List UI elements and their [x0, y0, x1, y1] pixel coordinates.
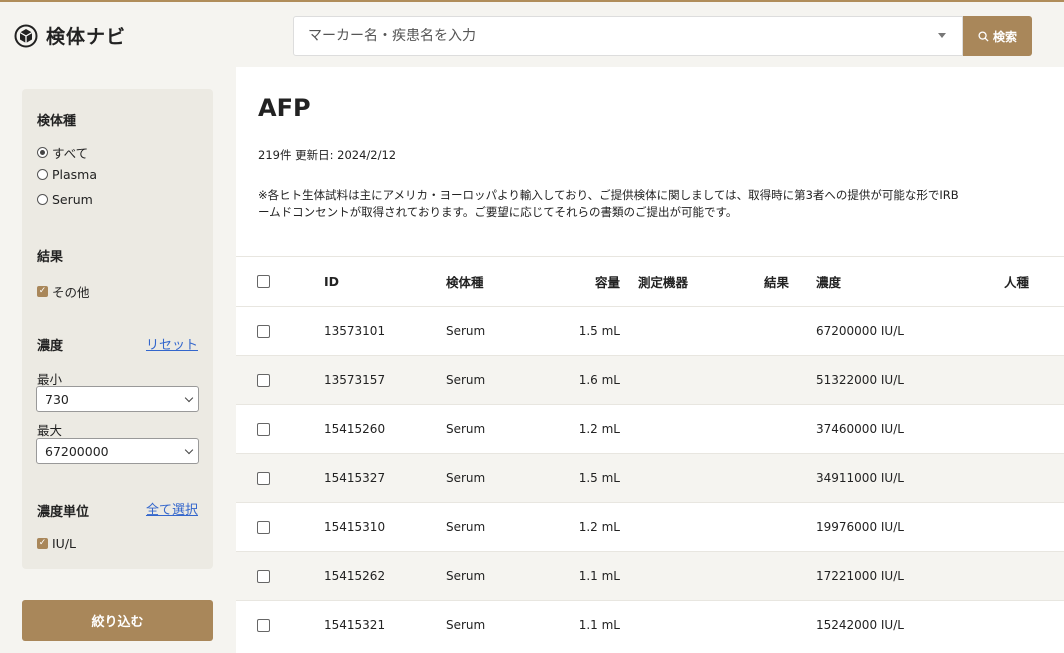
- filter-button[interactable]: 絞り込む: [22, 600, 213, 641]
- select-all-link[interactable]: 全て選択: [146, 499, 198, 518]
- main-content: AFP 219件 更新日: 2024/2/12 ※各ヒト生体試料は主にアメリカ・…: [236, 67, 1064, 653]
- search-button[interactable]: 検索: [963, 16, 1032, 56]
- cell-id: 13573101: [324, 324, 386, 338]
- col-header-id[interactable]: ID: [324, 257, 339, 306]
- row-checkbox[interactable]: [257, 307, 270, 355]
- cell-id: 13573157: [324, 373, 386, 387]
- checkbox-checked-icon[interactable]: ✓: [37, 538, 48, 549]
- cell-type: Serum: [446, 324, 486, 338]
- table-row[interactable]: 15415327 Serum 1.5 mL 34911000 IU/L: [236, 453, 1064, 502]
- row-checkbox[interactable]: [257, 503, 270, 551]
- col-header-type[interactable]: 検体種: [446, 257, 484, 306]
- notice-line-1: ※各ヒト生体試料は主にアメリカ・ヨーロッパより輸入しており、ご提供検体に関しまし…: [258, 188, 959, 202]
- cell-concentration: 34911000 IU/L: [816, 471, 904, 485]
- cell-volume: 1.6 mL: [578, 373, 620, 387]
- cell-volume: 1.5 mL: [578, 471, 620, 485]
- page-title: AFP: [258, 94, 311, 122]
- table-header-row: ID 検体種 容量 測定機器 結果 濃度 人種: [236, 256, 1064, 306]
- search-input[interactable]: [294, 28, 914, 44]
- cell-id: 15415262: [324, 569, 386, 583]
- cube-logo-icon: [14, 24, 38, 47]
- cell-concentration: 67200000 IU/L: [816, 324, 904, 338]
- dropdown-caret-icon[interactable]: [938, 33, 946, 38]
- radio-icon[interactable]: [37, 194, 48, 205]
- max-label: 最大: [37, 423, 63, 438]
- row-checkbox[interactable]: [257, 552, 270, 600]
- filter-sidebar: 検体種 すべて Plasma Serum 結果 ✓ その他 濃度 リセット 最小…: [22, 89, 213, 569]
- cell-volume: 1.1 mL: [578, 618, 620, 632]
- cell-type: Serum: [446, 618, 486, 632]
- cell-id: 15415327: [324, 471, 386, 485]
- radio-label: Plasma: [52, 167, 98, 182]
- row-checkbox[interactable]: [257, 405, 270, 453]
- checkbox-result-other[interactable]: ✓ その他: [37, 282, 90, 301]
- col-header-race[interactable]: 人種: [1004, 257, 1029, 306]
- col-header-volume[interactable]: 容量: [556, 257, 620, 306]
- table-row[interactable]: 15415262 Serum 1.1 mL 17221000 IU/L: [236, 551, 1064, 600]
- unit-title: 濃度単位: [37, 505, 90, 520]
- results-table: ID 検体種 容量 測定機器 結果 濃度 人種 13573101 Serum 1…: [236, 256, 1064, 649]
- cell-id: 15415310: [324, 520, 386, 534]
- cell-concentration: 15242000 IU/L: [816, 618, 904, 632]
- checkbox-label: IU/L: [52, 536, 77, 551]
- logo-text: 検体ナビ: [46, 26, 127, 48]
- table-row[interactable]: 15415260 Serum 1.2 mL 37460000 IU/L: [236, 404, 1064, 453]
- checkbox-unit-iul[interactable]: ✓ IU/L: [37, 536, 76, 551]
- reset-link[interactable]: リセット: [146, 334, 198, 353]
- radio-plasma[interactable]: Plasma: [37, 167, 97, 182]
- concentration-title: 濃度: [37, 339, 64, 354]
- radio-selected-icon[interactable]: [37, 147, 48, 158]
- cell-type: Serum: [446, 569, 486, 583]
- radio-label: Serum: [52, 192, 93, 207]
- specimen-type-title: 検体種: [37, 114, 77, 129]
- table-row[interactable]: 15415321 Serum 1.1 mL 15242000 IU/L: [236, 600, 1064, 649]
- cell-concentration: 51322000 IU/L: [816, 373, 904, 387]
- table-row[interactable]: 13573101 Serum 1.5 mL 67200000 IU/L: [236, 306, 1064, 355]
- cell-volume: 1.2 mL: [578, 520, 620, 534]
- row-checkbox[interactable]: [257, 454, 270, 502]
- notice-text: ※各ヒト生体試料は主にアメリカ・ヨーロッパより輸入しており、ご提供検体に関しまし…: [258, 187, 1064, 221]
- cell-concentration: 17221000 IU/L: [816, 569, 904, 583]
- cell-volume: 1.1 mL: [578, 569, 620, 583]
- search-button-label: 検索: [992, 29, 1017, 44]
- search-box[interactable]: [293, 16, 963, 56]
- chevron-down-icon: [184, 393, 194, 403]
- table-row[interactable]: 15415310 Serum 1.2 mL 19976000 IU/L: [236, 502, 1064, 551]
- col-header-result[interactable]: 結果: [764, 257, 789, 306]
- chevron-down-icon: [184, 445, 194, 455]
- cell-id: 15415260: [324, 422, 386, 436]
- col-header-instrument[interactable]: 測定機器: [638, 257, 688, 306]
- cell-concentration: 37460000 IU/L: [816, 422, 904, 436]
- result-meta: 219件 更新日: 2024/2/12: [258, 148, 397, 162]
- radio-all[interactable]: すべて: [37, 143, 88, 162]
- row-checkbox[interactable]: [257, 356, 270, 404]
- checkbox-checked-icon[interactable]: ✓: [37, 286, 48, 297]
- cell-volume: 1.2 mL: [578, 422, 620, 436]
- max-select-value: 67200000: [45, 443, 109, 459]
- min-select[interactable]: 730: [36, 386, 199, 412]
- checkbox-label: その他: [52, 285, 90, 300]
- select-all-checkbox[interactable]: [257, 257, 270, 306]
- cell-type: Serum: [446, 422, 486, 436]
- result-title: 結果: [37, 250, 64, 265]
- cell-concentration: 19976000 IU/L: [816, 520, 904, 534]
- cell-type: Serum: [446, 373, 486, 387]
- cell-id: 15415321: [324, 618, 386, 632]
- cell-type: Serum: [446, 471, 486, 485]
- notice-line-2: ームドコンセントが取得されております。ご要望に応じてそれらの書類のご提出が可能で…: [258, 205, 738, 219]
- col-header-concentration[interactable]: 濃度: [816, 257, 841, 306]
- top-header: 検体ナビ 検索: [0, 0, 1064, 67]
- cell-volume: 1.5 mL: [578, 324, 620, 338]
- radio-label: すべて: [52, 146, 89, 161]
- search-icon: [978, 30, 989, 42]
- min-select-value: 730: [45, 391, 69, 407]
- logo[interactable]: 検体ナビ: [14, 22, 126, 49]
- row-checkbox[interactable]: [257, 601, 270, 649]
- radio-icon[interactable]: [37, 169, 48, 180]
- table-row[interactable]: 13573157 Serum 1.6 mL 51322000 IU/L: [236, 355, 1064, 404]
- cell-type: Serum: [446, 520, 486, 534]
- max-select[interactable]: 67200000: [36, 438, 199, 464]
- radio-serum[interactable]: Serum: [37, 192, 93, 207]
